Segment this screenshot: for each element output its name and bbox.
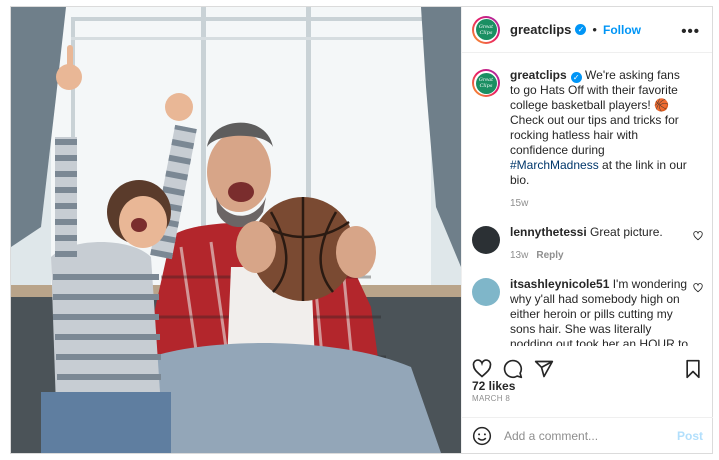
emoji-icon[interactable] <box>472 426 492 446</box>
verified-icon: ✓ <box>575 24 587 35</box>
comment-avatar[interactable] <box>472 226 500 254</box>
heart-icon[interactable] <box>472 359 492 379</box>
caption-avatar[interactable]: Great Clips <box>472 69 500 97</box>
comment-age: 13w <box>510 250 529 261</box>
list-item: lennythetessi Great picture. 13w Reply <box>462 225 713 263</box>
share-icon[interactable] <box>534 359 554 379</box>
list-item: itsashleynicole51 I'm wondering why y'al… <box>462 277 713 346</box>
add-comment-bar: Add a comment... Post <box>462 417 713 453</box>
heart-icon[interactable] <box>693 231 703 241</box>
avatar[interactable]: Great Clips <box>472 15 500 44</box>
bookmark-icon[interactable] <box>683 359 703 379</box>
hashtag-link[interactable]: #MarchMadness <box>510 158 599 172</box>
likes-count[interactable]: 72 likes <box>472 379 515 393</box>
instagram-post: Great Clips greatclips ✓ • Follow ••• Gr… <box>10 6 713 454</box>
verified-icon: ✓ <box>570 72 582 83</box>
caption-age: 15w <box>510 198 529 209</box>
post-date: MARCH 8 <box>472 394 511 403</box>
comment-text: Great picture. <box>586 225 663 239</box>
comment-icon[interactable] <box>503 359 523 379</box>
comment-avatar[interactable] <box>472 278 500 306</box>
reply-button[interactable]: Reply <box>536 250 563 261</box>
post-photo[interactable] <box>11 7 461 453</box>
comments-list[interactable]: Great Clips greatclips ✓ We're asking fan… <box>462 54 713 346</box>
avatar-logo: Great Clips <box>475 19 497 40</box>
heart-icon[interactable] <box>693 283 703 293</box>
comment-username[interactable]: itsashleynicole51 <box>510 277 609 291</box>
caption: Great Clips greatclips ✓ We're asking fan… <box>462 54 713 211</box>
post-header: Great Clips greatclips ✓ • Follow ••• <box>462 7 712 53</box>
follow-button[interactable]: Follow <box>603 23 641 37</box>
post-button[interactable]: Post <box>677 429 703 443</box>
post-image <box>11 7 461 453</box>
more-options-icon[interactable]: ••• <box>681 23 700 40</box>
comment-input[interactable]: Add a comment... <box>504 429 677 443</box>
comment-username[interactable]: lennythetessi <box>510 225 587 239</box>
caption-avatar-logo: Great Clips <box>475 72 497 94</box>
caption-username[interactable]: greatclips <box>510 68 567 82</box>
header-username[interactable]: greatclips <box>510 22 571 37</box>
post-sidebar: Great Clips greatclips ✓ • Follow ••• Gr… <box>461 7 713 453</box>
separator-dot: • <box>592 22 597 37</box>
